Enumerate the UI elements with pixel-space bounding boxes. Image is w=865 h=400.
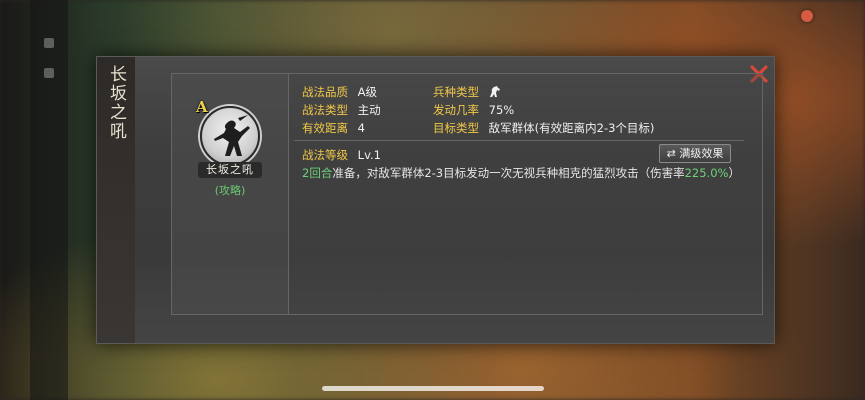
side-menu-icon [44,38,54,48]
quality-label: 战法品质 [302,85,348,99]
title-strip: 长坂之吼 [97,57,135,343]
range-value: 4 [357,121,365,135]
skill-info-panel: A 长坂之吼 (攻略) 战法品质 A级 战法类型 主动 有效距离 4 兵种类型 [171,73,763,315]
home-indicator[interactable] [322,386,544,391]
max-level-button-label: 满级效果 [679,147,724,160]
range-label: 有效距离 [302,121,348,135]
cavalry-horse-icon [489,86,500,97]
desc-rate: 225.0% [684,166,729,180]
skill-avatar: A [196,98,260,166]
level-value: Lv.1 [357,148,381,162]
skill-card: A 长坂之吼 (攻略) [172,74,289,314]
desc-main: 准备，对敌军群体2-3目标发动一次无视兵种相克的猛烈攻击（伤害率 [332,166,685,180]
grade-letter: A [196,98,208,116]
target-value: 敌军群体(有效距离内2-3个目标) [488,121,655,135]
side-menu-icon [44,68,54,78]
troop-label: 兵种类型 [433,85,479,99]
level-row: 战法等级 Lv.1 [302,147,381,163]
type-value: 主动 [357,103,381,117]
avatar [200,106,260,166]
max-level-effect-button[interactable]: ⇄ 满级效果 [659,144,731,163]
range-row: 有效距离 4 [302,120,365,136]
warrior-icon [214,115,250,156]
skill-category-tag: (攻略) [214,184,246,197]
skill-description: 2回合准备，对敌军群体2-3目标发动一次无视兵种相克的猛烈攻击（伤害率225.0… [302,165,752,181]
desc-rounds: 2回合 [302,166,333,180]
type-label: 战法类型 [302,103,348,117]
divider [294,140,744,141]
dialog-title: 长坂之吼 [106,65,126,141]
skill-detail-dialog: 长坂之吼 A 长坂之吼 (攻略) 战法品质 A级 战法类型 主动 有效距离 4 … [96,56,775,344]
target-row: 目标类型 敌军群体(有效距离内2-3个目标) [433,120,654,136]
rate-value: 75% [488,103,515,117]
skill-details: 战法品质 A级 战法类型 主动 有效距离 4 兵种类型 发动几率 75% 目标类… [294,80,756,310]
rate-row: 发动几率 75% [433,102,514,118]
type-row: 战法类型 主动 [302,102,381,118]
skill-name-plate: 长坂之吼 [198,162,262,178]
quality-value: A级 [357,85,378,99]
level-label: 战法等级 [302,148,348,162]
swap-icon: ⇄ [666,147,676,160]
troop-row: 兵种类型 [433,84,501,100]
desc-end: ） [728,166,740,180]
notification-badge [801,10,813,22]
target-label: 目标类型 [433,121,479,135]
side-menu-strip [30,0,68,400]
quality-row: 战法品质 A级 [302,84,377,100]
rate-label: 发动几率 [433,103,479,117]
